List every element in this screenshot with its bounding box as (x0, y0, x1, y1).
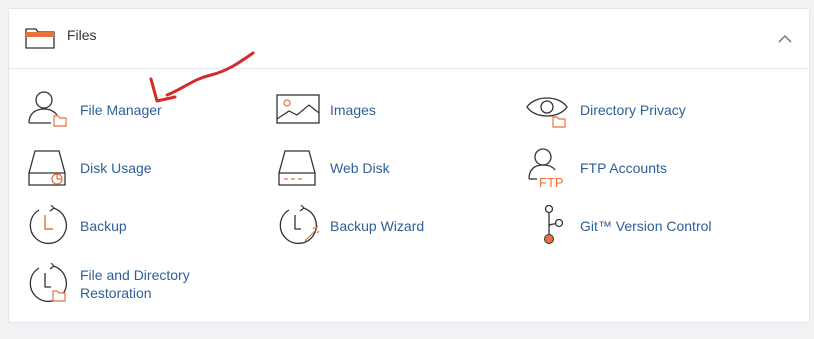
directory-privacy-link[interactable]: Directory Privacy (525, 89, 765, 133)
file-restoration-label-line2: Restoration (80, 285, 152, 301)
images-link[interactable]: Images (275, 89, 515, 133)
disk-usage-link[interactable]: Disk Usage (25, 147, 265, 191)
git-version-control-label: Git™ Version Control (580, 218, 712, 234)
directory-privacy-label: Directory Privacy (580, 102, 686, 118)
chevron-up-icon[interactable] (773, 29, 797, 49)
file-restore-icon (29, 263, 67, 303)
section-title: Files (67, 27, 97, 43)
file-restoration-link[interactable]: File and Directory Restoration (25, 263, 265, 307)
file-restoration-label: File and Directory Restoration (80, 266, 190, 302)
images-label: Images (330, 102, 376, 118)
ftp-badge: FTP (539, 175, 564, 187)
web-disk-label: Web Disk (330, 160, 390, 176)
backup-wizard-label: Backup Wizard (330, 218, 425, 234)
backup-wizard-link[interactable]: Backup Wizard (275, 205, 515, 249)
file-manager-icon (28, 91, 67, 127)
web-disk-icon (278, 150, 316, 186)
disk-usage-icon (28, 150, 66, 186)
directory-privacy-icon (526, 97, 568, 128)
ftp-accounts-link[interactable]: FTP FTP Accounts (525, 147, 765, 191)
file-manager-link[interactable]: File Manager (25, 89, 265, 133)
disk-usage-label: Disk Usage (80, 160, 152, 176)
files-panel: Files File Manager Images Directory Priv… (8, 8, 810, 323)
images-icon (276, 94, 320, 124)
backup-label: Backup (80, 218, 127, 234)
ftp-accounts-label: FTP Accounts (580, 160, 667, 176)
backup-icon (29, 205, 67, 245)
file-manager-label: File Manager (80, 102, 162, 118)
section-header[interactable]: Files (9, 9, 809, 69)
backup-link[interactable]: Backup (25, 205, 265, 249)
git-icon (544, 205, 564, 244)
backup-wizard-icon (279, 205, 320, 245)
ftp-accounts-icon: FTP (528, 148, 564, 187)
web-disk-link[interactable]: Web Disk (275, 147, 515, 191)
file-restoration-label-line1: File and Directory (80, 267, 190, 283)
git-version-control-link[interactable]: Git™ Version Control (525, 205, 765, 249)
folder-icon (25, 28, 55, 49)
